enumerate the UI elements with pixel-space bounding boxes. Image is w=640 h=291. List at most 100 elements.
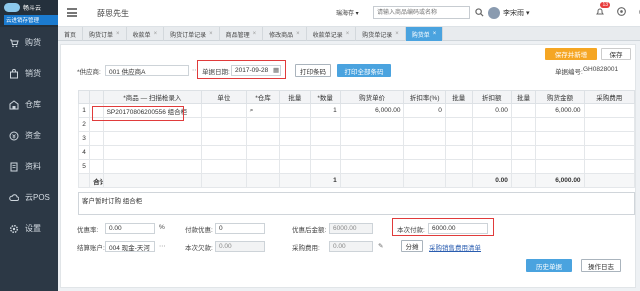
table-cell[interactable] — [339, 159, 405, 174]
print-all-barcode-button[interactable]: 打印全部条码 — [337, 64, 391, 77]
table-cell[interactable] — [510, 131, 537, 146]
table-cell[interactable] — [471, 145, 512, 160]
split-button[interactable]: 分摊 — [401, 240, 423, 252]
fee-list-link[interactable]: 采购销售费用清单 — [429, 242, 481, 252]
history-button[interactable]: 历史单据 — [526, 259, 572, 272]
discount-rate-field[interactable]: 0.00 — [105, 223, 155, 234]
note-textarea[interactable]: 客户暂时订购 组合柜 — [78, 192, 635, 215]
table-cell[interactable] — [403, 117, 446, 132]
table-cell[interactable] — [102, 159, 203, 174]
account-more-icon[interactable]: ⋯ — [159, 242, 166, 250]
table-cell[interactable] — [245, 145, 281, 160]
table-cell[interactable] — [201, 145, 247, 160]
table-cell[interactable] — [89, 145, 104, 160]
tab-8[interactable]: 购货单 × — [405, 27, 444, 41]
table-cell[interactable] — [201, 103, 247, 118]
table-cell[interactable] — [309, 117, 341, 132]
sidebar-item-5[interactable]: 云POS — [0, 182, 58, 213]
table-cell[interactable] — [583, 131, 636, 146]
table-row[interactable]: 5 — [77, 159, 636, 174]
table-cell[interactable] — [403, 159, 446, 174]
table-cell[interactable] — [339, 117, 405, 132]
tab-4[interactable]: 商品管理 × — [220, 27, 264, 41]
sidebar-item-0[interactable]: 购货 — [0, 27, 58, 58]
tab-1[interactable]: 购货订单 × — [83, 27, 127, 41]
sidebar-item-1[interactable]: 销货 — [0, 58, 58, 89]
search-input[interactable] — [373, 6, 470, 19]
table-cell[interactable] — [535, 117, 585, 132]
table-cell[interactable] — [245, 117, 281, 132]
save-add-button[interactable]: 保存并新增 — [545, 48, 597, 60]
table-row[interactable]: 3 — [77, 131, 636, 146]
close-icon[interactable]: × — [395, 31, 399, 37]
table-cell[interactable] — [444, 145, 473, 160]
table-cell[interactable] — [535, 131, 585, 146]
notification-icon[interactable]: 13 — [593, 2, 610, 18]
table-cell[interactable] — [583, 117, 636, 132]
table-cell[interactable] — [201, 131, 247, 146]
close-icon[interactable]: × — [253, 31, 257, 37]
menu-toggle-icon[interactable] — [67, 8, 77, 17]
table-cell[interactable]: 0 — [403, 103, 446, 118]
table-cell[interactable] — [444, 117, 473, 132]
table-cell[interactable] — [510, 117, 537, 132]
table-cell[interactable]: 1 — [309, 103, 341, 118]
table-cell[interactable] — [102, 131, 203, 146]
table-cell[interactable] — [89, 131, 104, 146]
this-pay-field[interactable]: 6000.00 — [428, 223, 488, 234]
account-select[interactable]: 004 现金-天河 — [105, 241, 155, 252]
table-cell[interactable] — [471, 131, 512, 146]
table-cell[interactable]: 1 — [77, 103, 91, 118]
table-row[interactable]: 4 — [77, 145, 636, 160]
table-cell[interactable] — [403, 131, 446, 146]
sidebar-item-2[interactable]: 仓库 — [0, 89, 58, 120]
table-cell[interactable] — [339, 131, 405, 146]
supplier-field[interactable]: 001 供应商A — [105, 65, 189, 76]
print-barcode-button[interactable]: 打印条码 — [295, 64, 331, 77]
close-icon[interactable]: × — [296, 31, 300, 37]
sidebar-item-4[interactable]: 资料 — [0, 151, 58, 182]
table-cell[interactable] — [471, 159, 512, 174]
table-cell[interactable] — [471, 117, 512, 132]
close-icon[interactable]: × — [209, 31, 213, 37]
search-icon[interactable]: ⌕ — [250, 107, 254, 114]
table-cell[interactable]: ⌕ — [245, 103, 281, 118]
table-cell[interactable] — [245, 159, 281, 174]
table-cell[interactable] — [279, 131, 311, 146]
discount-field[interactable]: 0 — [215, 223, 265, 234]
settings-icon[interactable] — [615, 5, 628, 18]
table-cell[interactable] — [279, 145, 311, 160]
edit-icon[interactable]: ✎ — [378, 242, 383, 250]
table-cell[interactable] — [583, 159, 636, 174]
table-cell[interactable] — [245, 131, 281, 146]
table-cell[interactable] — [201, 117, 247, 132]
table-cell[interactable] — [583, 103, 636, 118]
table-cell[interactable] — [89, 159, 104, 174]
table-cell[interactable] — [279, 103, 311, 118]
table-cell[interactable] — [279, 117, 311, 132]
table-cell[interactable]: 6,000.00 — [339, 103, 405, 118]
table-cell[interactable] — [535, 145, 585, 160]
tab-6[interactable]: 收款单记录 × — [307, 27, 357, 41]
search-icon[interactable] — [473, 6, 486, 19]
tab-7[interactable]: 购货单记录 × — [356, 27, 406, 41]
table-cell[interactable] — [444, 131, 473, 146]
close-icon[interactable]: × — [116, 31, 120, 37]
table-cell[interactable] — [309, 159, 341, 174]
table-cell[interactable] — [339, 145, 405, 160]
table-cell[interactable] — [279, 159, 311, 174]
user-menu[interactable]: 李宋雨 ▾ — [488, 5, 580, 21]
close-icon[interactable]: × — [433, 31, 437, 37]
store-select[interactable]: 瑞海存 ▾ — [336, 8, 372, 17]
table-cell[interactable] — [444, 159, 473, 174]
tab-3[interactable]: 购货订单记录 × — [164, 27, 220, 41]
table-cell[interactable]: 0.00 — [471, 103, 512, 118]
tab-5[interactable]: 修改商品 × — [263, 27, 307, 41]
table-cell[interactable]: 3 — [77, 131, 91, 146]
table-cell[interactable]: 6,000.00 — [535, 103, 585, 118]
table-cell[interactable] — [309, 145, 341, 160]
table-cell[interactable] — [583, 145, 636, 160]
sidebar-item-3[interactable]: 资金 — [0, 120, 58, 151]
calendar-icon[interactable]: ▦ — [273, 66, 279, 74]
table-cell[interactable] — [309, 131, 341, 146]
